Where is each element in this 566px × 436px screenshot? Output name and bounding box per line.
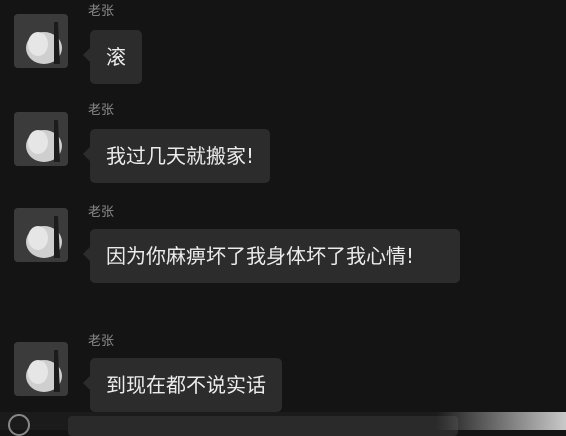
chat-message-list[interactable]: 老张 滚 老张 我过几天就搬家! 老张 因为你麻痹坏了我身体坏了我心情! 老张 … (0, 0, 566, 430)
sender-name: 老张 (88, 103, 115, 118)
avatar[interactable] (14, 208, 68, 262)
avatar-image (14, 342, 68, 396)
avatar[interactable] (14, 342, 68, 396)
sender-name: 老张 (88, 4, 115, 19)
sender-name: 老张 (88, 334, 115, 349)
bottom-fade (436, 412, 566, 430)
avatar-image (14, 112, 68, 166)
message-bubble[interactable]: 我过几天就搬家! (82, 129, 271, 183)
avatar-image (14, 14, 68, 68)
avatar-image (14, 208, 68, 262)
sender-name: 老张 (88, 205, 115, 220)
voice-icon[interactable] (8, 414, 30, 436)
message-bubble[interactable]: 因为你麻痹坏了我身体坏了我心情! (83, 229, 460, 283)
input-bar (0, 412, 566, 436)
message-input[interactable] (68, 416, 458, 436)
message-bubble[interactable]: 到现在都不说实话 (83, 358, 282, 412)
avatar[interactable] (14, 112, 68, 166)
message-bubble[interactable]: 滚 (83, 30, 142, 84)
avatar[interactable] (14, 14, 68, 68)
